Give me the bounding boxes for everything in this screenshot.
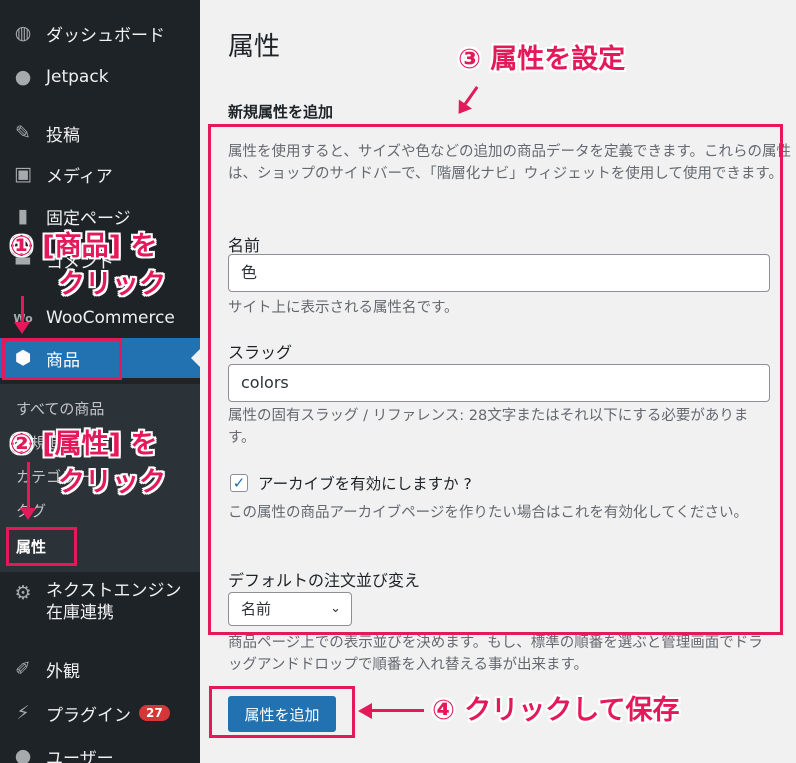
sidebar-item-label: 外観 [46, 661, 80, 682]
dashboard-icon: ◍ [14, 22, 32, 44]
sidebar-item-label: ネクストエンジン在庫連携 [46, 581, 182, 623]
sidebar-item-label: Jetpack [46, 67, 109, 87]
sidebar-item-appearance[interactable]: ✐ 外観 [0, 649, 200, 689]
sidebar-item-label: メディア [46, 166, 113, 187]
media-icon: ▣ [14, 163, 32, 185]
sidebar-item-label: ダッシュボード [46, 25, 165, 46]
annotation-arrow4-head [358, 703, 372, 719]
sidebar-item-label: 投稿 [46, 125, 80, 146]
user-icon: ● [14, 745, 32, 763]
sidebar-item-label: WooCommerce [46, 308, 175, 328]
order-help: 商品ページ上での表示並びを決めます。もし、標準の順番を選ぶと管理画面でドラッグア… [228, 635, 763, 673]
pushpin-icon: ✎ [15, 122, 31, 144]
current-menu-notch [191, 349, 200, 367]
annotation-step1-line2: クリック [58, 269, 166, 300]
annotation-step3: ③ 属性を設定 [458, 44, 626, 75]
annotation-box-attributes [6, 527, 77, 566]
admin-sidebar: ◍ ダッシュボード ● Jetpack ✎ 投稿 ▣ メディア ▮ 固定ページ … [0, 0, 200, 763]
sidebar-item-posts[interactable]: ✎ 投稿 [0, 113, 200, 153]
jetpack-icon: ● [14, 66, 32, 88]
gear-icon: ⚙ [14, 582, 32, 604]
annotation-arrow4-line [372, 709, 424, 712]
annotation-box-submit [209, 686, 355, 738]
annotation-step2-line1: ② [属性] を [10, 429, 158, 460]
update-count-badge: 27 [139, 705, 170, 721]
sidebar-item-media[interactable]: ▣ メディア [0, 154, 200, 194]
annotation-box-products [2, 338, 122, 380]
sidebar-item-nextengine[interactable]: ⚙ ネクストエンジン在庫連携 [0, 578, 200, 634]
brush-icon: ✐ [15, 658, 31, 680]
annotation-arrow2-head [20, 508, 36, 520]
plugin-icon: ⚡ [16, 702, 30, 724]
sidebar-item-jetpack[interactable]: ● Jetpack [0, 57, 200, 97]
sidebar-item-dashboard[interactable]: ◍ ダッシュボード [0, 13, 200, 53]
page-title: 属性 [228, 32, 281, 62]
annotation-step4: ④ クリックして保存 [432, 695, 680, 726]
annotation-arrow1-head [14, 322, 30, 334]
sidebar-item-users[interactable]: ● ユーザー [0, 736, 200, 763]
annotation-box-form [208, 124, 783, 635]
annotation-arrow2-line [27, 462, 30, 512]
sidebar-item-plugins[interactable]: ⚡ プラグイン 27 [0, 693, 200, 733]
annotation-step1-line1: ① [商品] を [10, 231, 158, 262]
sidebar-item-woocommerce[interactable]: Wo WooCommerce [0, 298, 200, 338]
section-title: 新規属性を追加 [228, 103, 334, 121]
submenu-all-products[interactable]: すべての商品 [16, 398, 104, 419]
sidebar-item-label: プラグイン [46, 705, 131, 726]
annotation-step2-line2: クリック [58, 467, 166, 498]
sidebar-item-label: ユーザー [46, 748, 114, 763]
